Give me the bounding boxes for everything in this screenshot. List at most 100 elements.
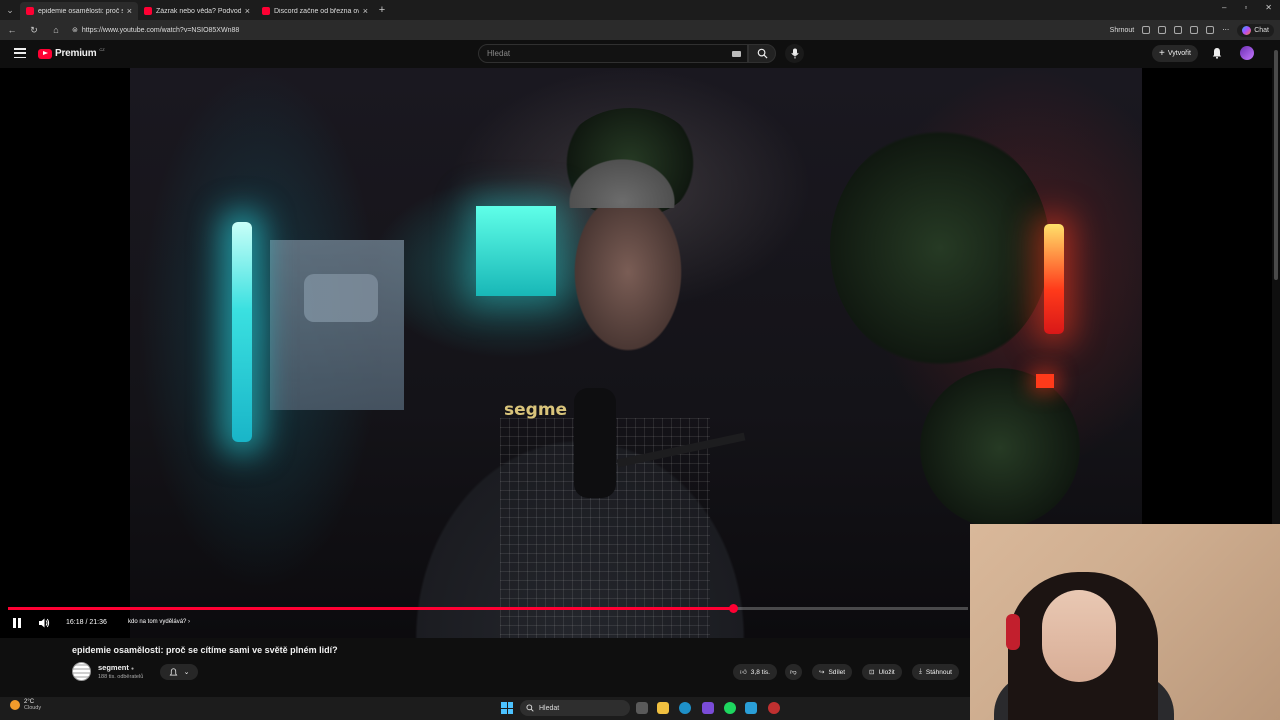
close-window-icon[interactable]: ✕ <box>1265 3 1272 12</box>
summarize-button[interactable]: Shrnout <box>1110 27 1135 34</box>
volume-icon[interactable] <box>38 617 50 629</box>
browser-tab-strip: ⌄ epidemie osamělosti: proč se × Zázrak … <box>0 0 1280 20</box>
channel-avatar[interactable] <box>72 662 91 681</box>
scrollbar-thumb[interactable] <box>1274 50 1278 280</box>
search-placeholder: Hledat <box>487 49 511 58</box>
screen: ⌄ epidemie osamělosti: proč se × Zázrak … <box>0 0 1280 720</box>
edge-browser-icon[interactable] <box>679 702 691 714</box>
dislike-button[interactable]: 👎︎ <box>785 664 802 680</box>
address-bar-row: ← ↻ ⌂ ⊜ https://www.youtube.com/watch?v=… <box>0 20 1280 40</box>
notifications-bell-icon[interactable] <box>1211 47 1223 59</box>
profile-icon[interactable] <box>1206 26 1215 34</box>
bookmark-icon: ⊡ <box>869 669 875 676</box>
account-avatar[interactable] <box>1240 46 1254 60</box>
plant-decoration <box>920 368 1080 528</box>
progress-played <box>8 607 733 610</box>
extensions-icon[interactable] <box>1174 26 1183 34</box>
menu-icon[interactable] <box>14 48 26 58</box>
site-info-icon[interactable]: ⊜ <box>72 26 78 34</box>
voice-search-button[interactable] <box>785 44 804 63</box>
red-light-detail <box>1036 374 1054 388</box>
share-button[interactable]: ↪ Sdílet <box>812 664 853 680</box>
chevron-down-icon: ⌄ <box>183 669 190 676</box>
split-screen-icon[interactable] <box>1142 26 1151 34</box>
search-icon <box>526 704 534 712</box>
back-icon[interactable]: ← <box>6 25 18 35</box>
webcam-face <box>1042 590 1116 682</box>
pause-button[interactable] <box>13 618 23 628</box>
copilot-chat-button[interactable]: Chat <box>1237 23 1274 37</box>
like-count: 3,8 tis. <box>750 668 770 676</box>
spotify-icon[interactable] <box>724 702 736 714</box>
maximize-icon[interactable]: ▫ <box>1244 3 1247 12</box>
obs-icon[interactable] <box>768 702 780 714</box>
copilot-label: Chat <box>1254 26 1269 34</box>
home-icon[interactable]: ⌂ <box>50 25 62 35</box>
favorite-star-icon[interactable] <box>1158 26 1167 34</box>
copilot-icon <box>1242 25 1252 35</box>
weather-widget[interactable]: 2°C Cloudy <box>10 699 41 711</box>
time-display: 16:18 / 21:36 <box>66 619 107 626</box>
subscriber-count: 188 tis. odběratelů <box>98 674 144 680</box>
verified-icon: ● <box>130 666 134 672</box>
progress-scrubber[interactable] <box>728 604 738 613</box>
thumbs-up-icon: 👍︎ <box>740 669 747 676</box>
telegram-icon[interactable] <box>745 702 757 714</box>
pause-icon <box>13 618 16 628</box>
discord-icon[interactable] <box>702 702 714 714</box>
shirt-print-text: segme <box>504 400 568 420</box>
window-controls: – ▫ ✕ <box>1222 3 1272 12</box>
weather-icon <box>10 700 20 710</box>
download-button[interactable]: ⤓ Stáhnout <box>912 664 959 680</box>
search-button[interactable] <box>748 44 776 63</box>
tab-actions-menu-icon[interactable]: ⌄ <box>0 0 20 20</box>
tab-title: epidemie osamělosti: proč se <box>38 7 123 15</box>
url-text: https://www.youtube.com/watch?v=NSIO85XW… <box>81 26 240 34</box>
browser-tab-1[interactable]: epidemie osamělosti: proč se × <box>20 2 138 20</box>
webcam-headset <box>1006 614 1020 650</box>
collections-icon[interactable] <box>1190 26 1199 34</box>
keyboard-icon[interactable] <box>732 50 741 57</box>
close-tab-icon[interactable]: × <box>127 6 132 16</box>
windows-start-icon[interactable] <box>501 702 513 714</box>
progress-bar[interactable] <box>8 604 968 613</box>
save-button[interactable]: ⊡ Uložit <box>862 664 902 680</box>
youtube-favicon-icon <box>262 7 270 15</box>
microphone-icon <box>790 48 799 59</box>
url-field[interactable]: ⊜ https://www.youtube.com/watch?v=NSIO85… <box>72 26 240 35</box>
search-input[interactable]: Hledat <box>478 44 748 63</box>
browser-tab-2[interactable]: Zázrak nebo věda? Podvod? - You × <box>138 2 256 20</box>
browser-tab-3[interactable]: Discord začne od března ověřova × <box>256 2 374 20</box>
page-scrollbar[interactable] <box>1272 40 1280 524</box>
subscribed-notifications-button[interactable]: ⌄ <box>160 664 198 680</box>
create-button[interactable]: + Vytvořit <box>1152 45 1198 62</box>
new-tab-button[interactable]: + <box>374 4 390 16</box>
save-label: Uložit <box>878 668 895 676</box>
youtube-premium-logo[interactable]: Premium CZ <box>38 47 105 59</box>
share-label: Sdílet <box>828 668 846 676</box>
youtube-favicon-icon <box>144 7 152 15</box>
logo-region: CZ <box>99 47 105 52</box>
close-tab-icon[interactable]: × <box>363 6 368 16</box>
chapter-button[interactable]: kdo na tom vydělává? › <box>128 619 190 625</box>
share-icon: ↪ <box>819 669 825 676</box>
task-view-icon[interactable] <box>636 702 648 714</box>
taskbar-search-label: Hledat <box>539 704 560 712</box>
bell-icon <box>169 667 177 675</box>
download-icon: ⤓ <box>919 668 922 675</box>
close-tab-icon[interactable]: × <box>245 6 250 16</box>
taskbar-search[interactable]: Hledat <box>520 700 630 716</box>
tab-title: Discord začne od března ověřova <box>274 7 359 15</box>
cyan-light-tube <box>232 222 252 442</box>
minimize-icon[interactable]: – <box>1222 3 1226 12</box>
more-menu-icon[interactable]: ⋯ <box>1222 26 1229 34</box>
channel-name[interactable]: segment ● <box>98 663 134 672</box>
like-button[interactable]: 👍︎ 3,8 tis. <box>733 664 777 680</box>
search-icon <box>757 48 768 59</box>
glowing-monitor <box>476 206 556 296</box>
file-explorer-icon[interactable] <box>657 702 669 714</box>
plant-decoration <box>830 128 1050 368</box>
youtube-favicon-icon <box>26 7 34 15</box>
refresh-icon[interactable]: ↻ <box>28 25 40 36</box>
chapter-title: kdo na tom vydělává? <box>128 619 187 625</box>
